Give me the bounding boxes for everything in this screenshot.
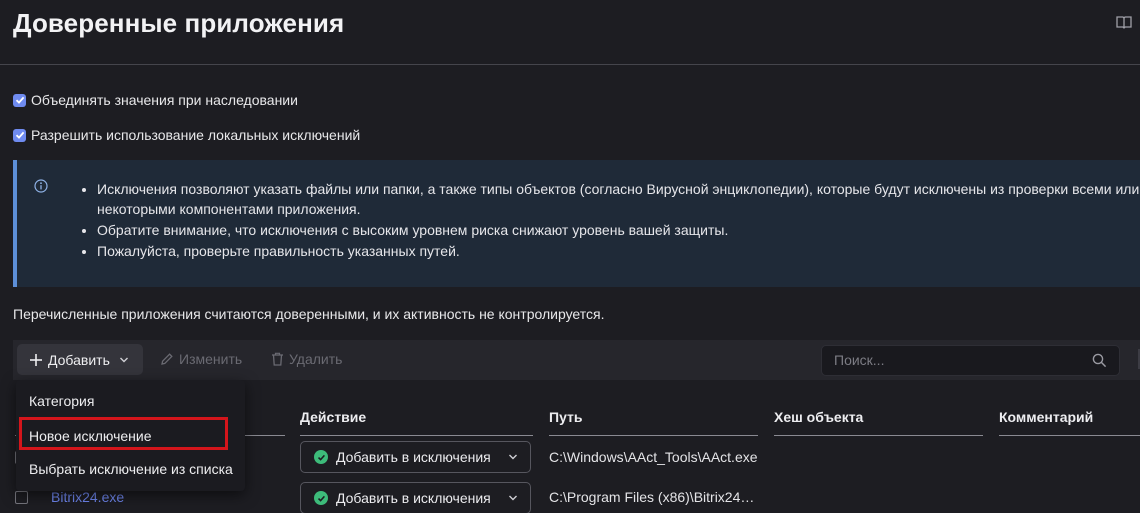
info-box: Исключения позволяют указать файлы или п… <box>13 160 1140 287</box>
column-underline <box>549 435 758 436</box>
action-select-label: Добавить в исключения <box>336 490 491 506</box>
allow-local-exclusions-checkbox[interactable]: Разрешить использование локальных исключ… <box>13 127 360 143</box>
check-circle-icon <box>314 450 328 464</box>
toolbar: Добавить Изменить Удалить <box>13 340 1140 380</box>
column-header-path[interactable]: Путь <box>549 409 582 425</box>
column-header-action[interactable]: Действие <box>300 409 366 425</box>
book-help-icon[interactable] <box>1116 15 1132 29</box>
edit-button[interactable]: Изменить <box>160 351 242 367</box>
highlight-annotation <box>19 417 228 450</box>
pencil-icon <box>161 353 173 365</box>
add-button[interactable]: Добавить <box>17 344 143 375</box>
info-item: Исключения позволяют указать файлы или п… <box>97 179 1140 219</box>
edit-button-label: Изменить <box>179 351 243 367</box>
info-list: Исключения позволяют указать файлы или п… <box>97 179 1140 262</box>
column-underline <box>774 435 983 436</box>
trash-icon <box>272 352 283 366</box>
search-box[interactable] <box>821 345 1120 376</box>
chevron-down-icon <box>509 454 517 460</box>
checkbox-checked-icon[interactable] <box>13 93 26 107</box>
allow-local-exclusions-label: Разрешить использование локальных исключ… <box>31 127 361 143</box>
menu-item-select-from-list[interactable]: Выбрать исключение из списка <box>29 461 233 477</box>
info-item: Пожалуйста, проверьте правильность указа… <box>97 241 1140 261</box>
delete-button-label: Удалить <box>289 351 343 367</box>
chevron-down-icon <box>119 357 128 362</box>
chevron-down-icon <box>509 495 517 501</box>
path-cell: C:\Windows\AAct_Tools\AAct.exe <box>549 449 758 465</box>
column-underline <box>300 435 533 436</box>
checkbox-checked-icon[interactable] <box>13 128 26 142</box>
row-checkbox[interactable] <box>15 491 28 504</box>
column-underline <box>999 435 1140 436</box>
merge-values-label: Объединять значения при наследовании <box>31 92 298 108</box>
path-cell: C:\Program Files (x86)\Bitrix24… <box>549 489 755 505</box>
delete-button[interactable]: Удалить <box>271 351 342 367</box>
search-input[interactable] <box>834 352 1074 368</box>
plus-icon <box>30 353 42 366</box>
action-select-label: Добавить в исключения <box>336 449 491 465</box>
info-icon <box>34 179 48 193</box>
page-title: Доверенные приложения <box>13 8 345 38</box>
info-item: Обратите внимание, что исключения с высо… <box>97 220 1140 240</box>
merge-values-checkbox[interactable]: Объединять значения при наследовании <box>13 92 298 108</box>
action-select[interactable]: Добавить в исключения <box>300 441 531 473</box>
check-circle-icon <box>314 491 328 505</box>
app-name-link[interactable]: Bitrix24.exe <box>51 489 124 505</box>
column-header-hash[interactable]: Хеш объекта <box>774 409 863 425</box>
add-button-label: Добавить <box>48 351 110 368</box>
column-header-comment[interactable]: Комментарий <box>999 409 1093 425</box>
menu-item-category[interactable]: Категория <box>29 393 94 409</box>
trusted-apps-description: Перечисленные приложения считаются довер… <box>13 306 605 322</box>
header-divider <box>0 64 1140 65</box>
search-icon[interactable] <box>1092 353 1107 368</box>
action-select[interactable]: Добавить в исключения <box>300 482 531 513</box>
